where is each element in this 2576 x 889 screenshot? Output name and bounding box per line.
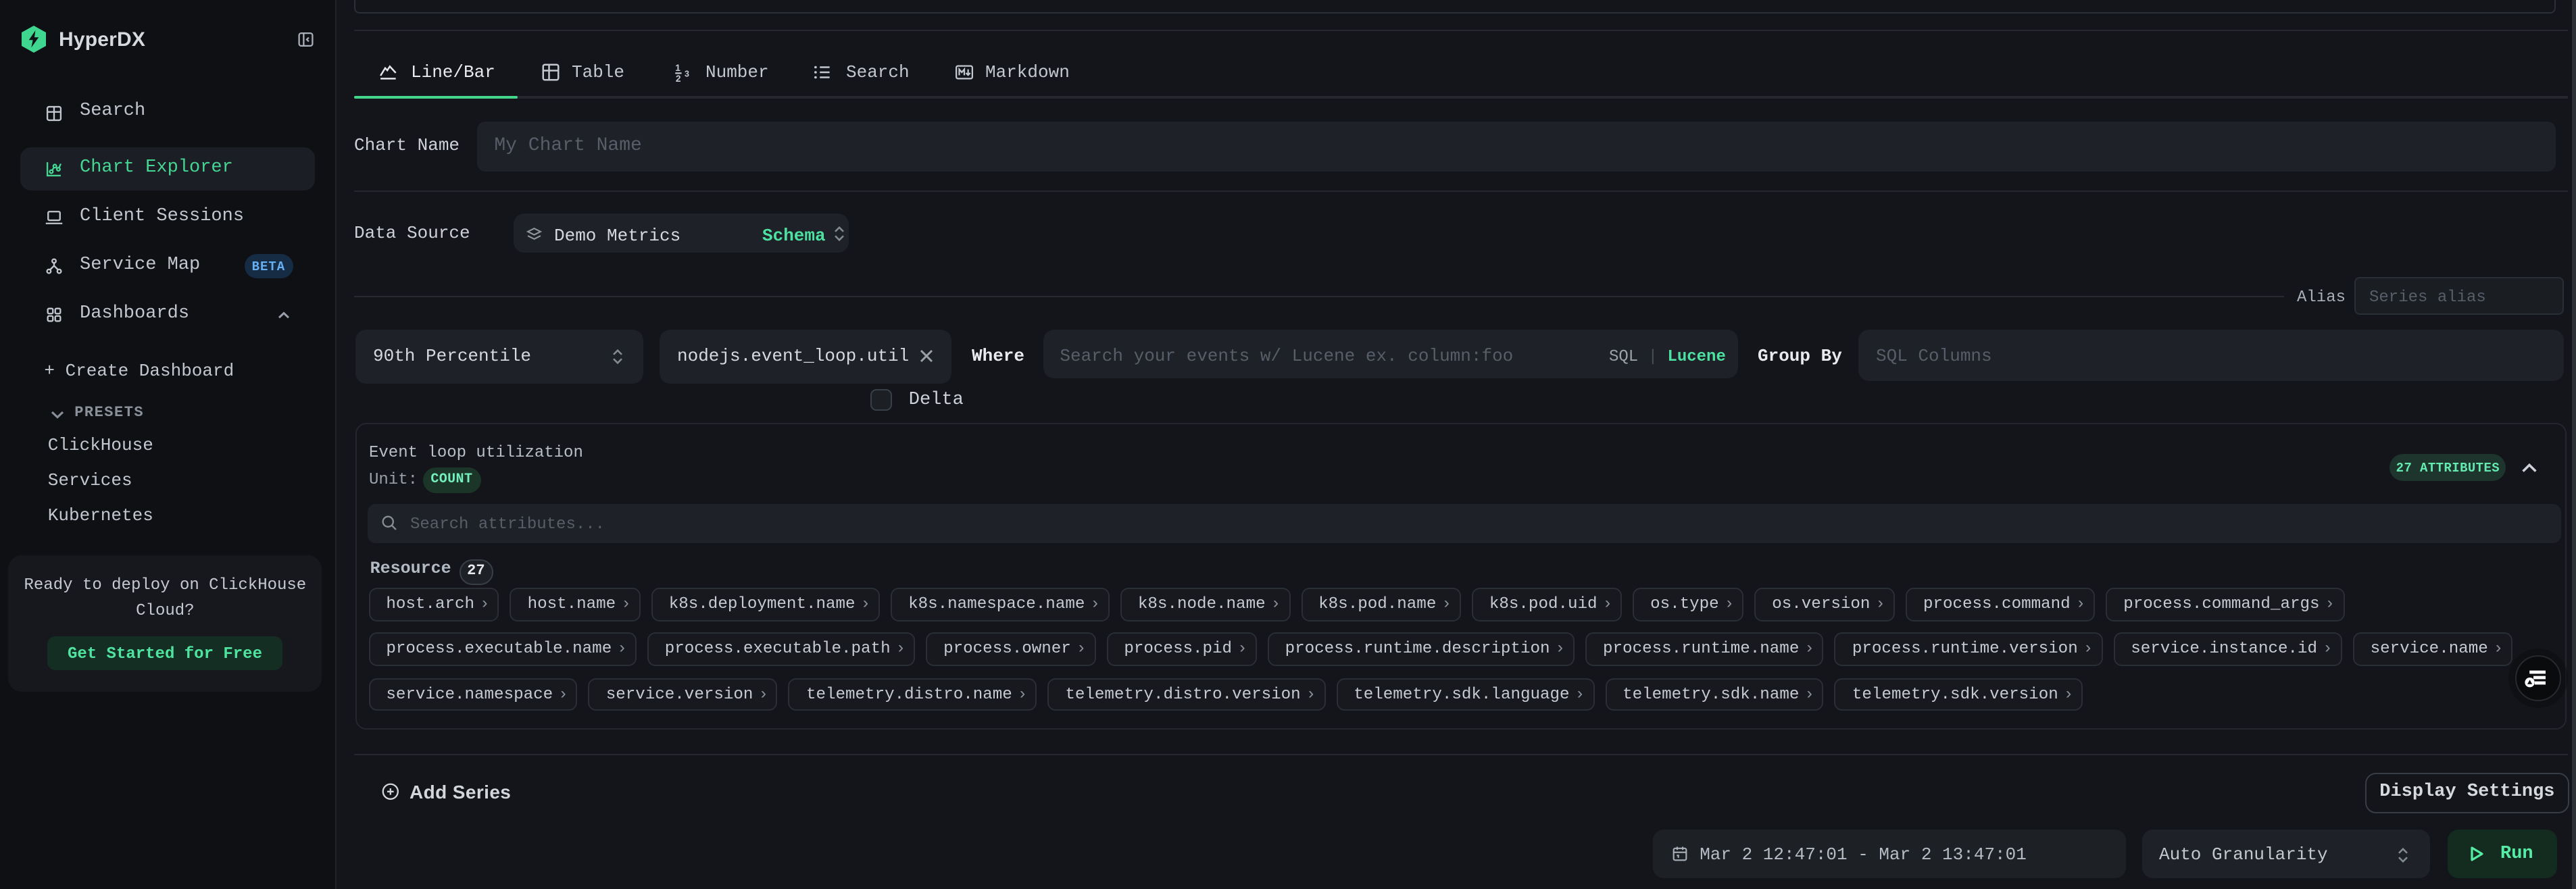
svg-text:2: 2	[676, 74, 681, 82]
svg-text:1: 1	[675, 63, 680, 73]
svg-text:3: 3	[685, 69, 689, 78]
